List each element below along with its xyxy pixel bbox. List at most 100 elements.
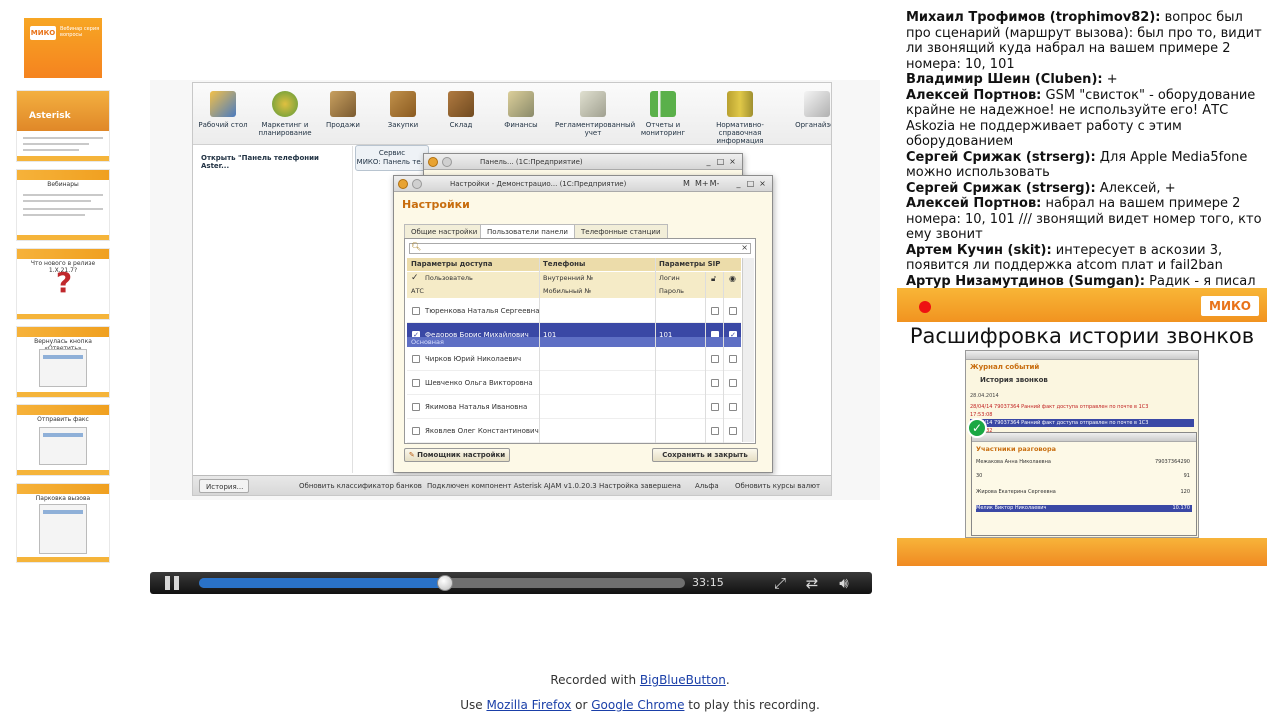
row-checkbox-visible[interactable]	[729, 379, 737, 387]
save-close-button[interactable]: Сохранить и закрыть	[652, 448, 758, 462]
service-tab[interactable]: Сервис МИКО: Панель те...	[355, 145, 429, 171]
thumb-logo-text: Вебинар серия вопросы	[60, 26, 100, 38]
status-item[interactable]: Подключен компонент Asterisk AJAM v1.0.2…	[421, 479, 603, 493]
row-checkbox-visible[interactable]	[729, 427, 737, 435]
chat-author: Владимир Шеин (Cluben):	[906, 72, 1103, 87]
table-row-selected[interactable]: ✓ Федоров Борис Михайлович 101 101 ✓ Осн…	[407, 323, 741, 347]
orange-circle-icon	[398, 179, 408, 189]
row-checkbox[interactable]	[412, 403, 420, 411]
slide-thumb-3[interactable]: Что нового в релизе 1.Х.21.7? ?	[16, 248, 110, 320]
row-checkbox-visible[interactable]	[729, 307, 737, 315]
toolbar-label: Рабочий стол	[198, 121, 248, 129]
row-checkbox-visible[interactable]	[729, 355, 737, 363]
panel-tab-label: МИКО: Панель те...	[356, 158, 428, 166]
grid-scrollbar[interactable]	[742, 258, 754, 442]
row-checkbox-sip[interactable]	[711, 403, 719, 411]
check-icon: ✓	[967, 418, 987, 438]
chat-author: Сергей Срижак (strserg):	[906, 149, 1096, 165]
close-button[interactable]: ×	[757, 178, 768, 189]
toolbar-item-desktop[interactable]: Рабочий стол	[193, 91, 253, 129]
row-checkbox[interactable]	[412, 307, 420, 315]
clear-icon[interactable]: ×	[741, 243, 748, 252]
row-name: Якимова Наталья Ивановна	[425, 403, 528, 411]
status-item[interactable]: Альфа	[689, 479, 725, 493]
m-button[interactable]: M	[681, 178, 692, 189]
row-name: Чирков Юрий Николаевич	[425, 355, 522, 363]
table-row[interactable]: Яковлев Олег Константинович	[407, 419, 741, 443]
seek-bar[interactable]	[199, 575, 685, 591]
chat-message: Сергей Срижак (strserg): Для Apple Media…	[906, 150, 1271, 181]
swap-layout-icon[interactable]: ⇄	[802, 574, 822, 592]
desktop-icon	[210, 91, 236, 117]
participant-row: Жирова Екатерина Сергеевна 120	[976, 489, 1192, 496]
toolbar-item-reference[interactable]: Нормативно-справочная информация	[695, 91, 785, 145]
toolbar-item-purchases[interactable]: Закупки	[373, 91, 433, 129]
volume-icon[interactable]: 🔊︎	[834, 574, 854, 592]
sales-icon	[330, 91, 356, 117]
row-checkbox-sip[interactable]	[711, 355, 719, 363]
left-pane-header[interactable]: Открыть "Панель телефонии Aster...	[193, 146, 352, 178]
slide-thumb-2[interactable]: Вебинары	[16, 169, 110, 241]
table-row[interactable]: Тюренкова Наталья Сергеевна	[407, 299, 741, 323]
presentation-slide: МИКО Расшифровка истории звонков Журнал …	[897, 288, 1267, 566]
participant-name: Мелик Виктор Николаевич	[976, 505, 1047, 511]
close-button[interactable]: ×	[727, 156, 738, 167]
toolbar-item-reports[interactable]: Отчеты и мониторинг	[633, 91, 693, 137]
table-row[interactable]: Чирков Юрий Николаевич	[407, 347, 741, 371]
row-checkbox[interactable]	[412, 355, 420, 363]
participant-name: Межакова Анна Николаевна	[976, 459, 1051, 465]
maximize-button[interactable]: □	[745, 178, 756, 189]
status-item[interactable]: Обновить курсы валют	[729, 479, 826, 493]
col-access: Параметры доступа	[411, 260, 493, 268]
tab-general[interactable]: Общие настройки	[404, 224, 485, 238]
minimize-button[interactable]: _	[733, 178, 744, 189]
tab-panel-users[interactable]: Пользователи панели	[480, 224, 575, 238]
history-button[interactable]: История...	[199, 479, 249, 493]
slide-thumb-6[interactable]: Парковка вызова	[16, 483, 110, 563]
sub-internal: Внутренний №	[543, 274, 594, 282]
row-checkbox[interactable]	[412, 379, 420, 387]
panel-window-titlebar: Панель... (1С:Предприятие) _ □ ×	[424, 154, 742, 170]
helper-button[interactable]: ✎ Помощник настройки	[404, 448, 510, 462]
row-checkbox[interactable]	[412, 427, 420, 435]
m-plus-button[interactable]: M+	[695, 178, 709, 189]
slide-thumb-logo[interactable]: МИКО Вебинар серия вопросы	[24, 18, 102, 78]
toolbar-item-organizer[interactable]: Органайзер	[787, 91, 831, 129]
firefox-link[interactable]: Mozilla Firefox	[486, 698, 571, 712]
toolbar-item-accounting[interactable]: Регламентированный учет	[555, 91, 635, 137]
row-checkbox-sip[interactable]	[711, 427, 719, 435]
row-checkbox-visible[interactable]	[729, 403, 737, 411]
bigbluebutton-link[interactable]: BigBlueButton	[640, 673, 726, 687]
toolbar-item-finance[interactable]: Финансы	[491, 91, 551, 129]
toolbar-label: Нормативно-справочная информация	[716, 121, 764, 145]
maximize-button[interactable]: □	[715, 156, 726, 167]
chrome-link[interactable]: Google Chrome	[591, 698, 684, 712]
video-frame[interactable]: Рабочий стол Маркетинг и планирование Пр…	[192, 82, 832, 496]
table-row[interactable]: Шевченко Ольга Викторовна	[407, 371, 741, 395]
pause-button[interactable]	[162, 575, 182, 591]
slide-thumb-5[interactable]: Отправить факс	[16, 404, 110, 476]
slide-thumb-4[interactable]: Вернулась кнопка «Ответить»	[16, 326, 110, 398]
toolbar-item-marketing[interactable]: Маркетинг и планирование	[255, 91, 315, 137]
m-minus-button[interactable]: M-	[709, 178, 720, 189]
bar-chart-icon	[650, 91, 676, 117]
status-item[interactable]: Настройка завершена	[593, 479, 687, 493]
panel-window-title: Панель... (1С:Предприятие)	[480, 158, 583, 166]
status-item[interactable]: Обновить классификатор банков	[293, 479, 428, 493]
slide-thumb-1[interactable]: Asterisk	[16, 90, 110, 162]
footer-text: to play this recording.	[684, 698, 820, 712]
row-checkbox-sip[interactable]	[711, 379, 719, 387]
table-row[interactable]: Якимова Наталья Ивановна	[407, 395, 741, 419]
seek-handle[interactable]	[436, 575, 453, 591]
settings-window[interactable]: Настройки - Демонстрацио... (1С:Предприя…	[393, 175, 773, 473]
toolbar-item-warehouse[interactable]: Склад	[431, 91, 491, 129]
toolbar-label: Регламентированный учет	[555, 121, 636, 137]
minimize-button[interactable]: _	[703, 156, 714, 167]
binders-icon	[727, 91, 753, 117]
search-input[interactable]: 🔍︎ ×	[409, 242, 751, 254]
fullscreen-icon[interactable]: ⤢	[770, 574, 790, 592]
toolbar-item-sales[interactable]: Продажи	[313, 91, 373, 129]
tab-phone-stations[interactable]: Телефонные станции	[574, 224, 668, 238]
users-grid: 🔍︎ × Параметры доступа Телефоны Параметр…	[404, 238, 756, 444]
row-checkbox-sip[interactable]	[711, 307, 719, 315]
